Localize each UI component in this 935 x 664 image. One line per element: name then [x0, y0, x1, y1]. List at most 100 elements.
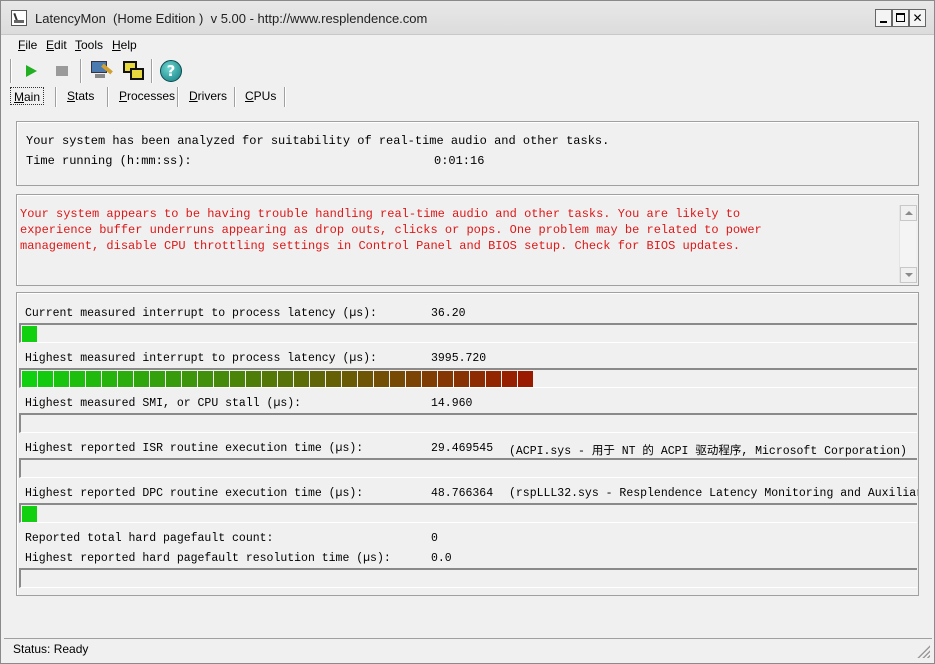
maximize-icon [896, 13, 905, 22]
meter-segment [390, 371, 405, 387]
tab-cpus[interactable]: CPUs [242, 87, 279, 105]
tab-bar: Main Stats Processes Drivers CPUs [1, 85, 934, 107]
meter-segment [118, 371, 133, 387]
meter-segment [294, 371, 309, 387]
tab-main[interactable]: Main [10, 87, 45, 105]
meter-segment [278, 371, 293, 387]
meter-segment [102, 371, 117, 387]
meter-segment [374, 371, 389, 387]
meter-segment [214, 371, 229, 387]
meter-segment [22, 371, 37, 387]
meter-segment [198, 371, 213, 387]
play-icon [26, 65, 37, 77]
menu-tools[interactable]: Tools [75, 38, 103, 52]
toolbar-separator [10, 59, 12, 83]
meter-segment [150, 371, 165, 387]
status-bar: Status: Ready [4, 638, 932, 660]
meter-segment [422, 371, 437, 387]
smi-stall-value: 14.960 [431, 397, 473, 410]
window-title: LatencyMon (Home Edition ) v 5.00 - http… [35, 11, 428, 26]
close-icon: ✕ [912, 11, 923, 25]
menu-file[interactable]: File [18, 38, 37, 52]
resize-grip-icon[interactable] [916, 644, 930, 658]
isr-time-label: Highest reported ISR routine execution t… [25, 442, 364, 455]
conclusion-panel: Your system appears to be having trouble… [16, 194, 919, 286]
meter-segment [38, 371, 53, 387]
time-running-value: 0:01:16 [434, 154, 485, 168]
tab-separator [177, 87, 179, 107]
meter-segment [262, 371, 277, 387]
stop-button[interactable] [50, 59, 74, 83]
meter-segment [86, 371, 101, 387]
tab-drivers[interactable]: Drivers [186, 87, 230, 105]
monitor-settings-button[interactable] [88, 59, 113, 83]
time-running-label: Time running (h:mm:ss): [26, 154, 192, 168]
meter-segment [406, 371, 421, 387]
meter-segment [134, 371, 149, 387]
current-latency-label: Current measured interrupt to process la… [25, 307, 377, 320]
meter-segment [518, 371, 533, 387]
scroll-down-icon[interactable] [900, 267, 917, 283]
meter-segment [358, 371, 373, 387]
meter-segment [22, 326, 37, 342]
pagefault-count-value: 0 [431, 532, 438, 545]
title-bar[interactable]: LatencyMon (Home Edition ) v 5.00 - http… [1, 1, 934, 35]
tab-separator [284, 87, 286, 107]
meter-segment [454, 371, 469, 387]
highest-latency-label: Highest measured interrupt to process la… [25, 352, 377, 365]
warning-message[interactable]: Your system appears to be having trouble… [20, 206, 900, 254]
pagefault-time-meter [19, 568, 917, 588]
tab-processes[interactable]: Processes [116, 87, 178, 105]
meter-segment [342, 371, 357, 387]
minimize-button[interactable] [875, 9, 892, 27]
meter-segment [230, 371, 245, 387]
isr-time-meter [19, 458, 917, 478]
toolbar-separator [151, 59, 153, 83]
metrics-panel: Current measured interrupt to process la… [16, 292, 919, 596]
conclusion-scrollbar[interactable] [899, 205, 917, 283]
toolbar-separator [80, 59, 82, 83]
meter-segment [166, 371, 181, 387]
highest-latency-value: 3995.720 [431, 352, 487, 365]
menu-bar: File Edit Tools Help [1, 35, 934, 55]
pagefault-time-value: 0.0 [431, 552, 452, 565]
meter-segment [438, 371, 453, 387]
toolbar: ? [1, 55, 934, 85]
menu-edit[interactable]: Edit [46, 38, 67, 52]
tab-stats[interactable]: Stats [64, 87, 97, 105]
stop-icon [56, 66, 68, 76]
windows-button[interactable] [120, 59, 144, 83]
dpc-time-meter [19, 503, 917, 523]
meter-segment [310, 371, 325, 387]
app-window: LatencyMon (Home Edition ) v 5.00 - http… [0, 0, 935, 664]
isr-time-value: 29.469545 [431, 442, 494, 455]
dpc-driver-detail: (rspLLL32.sys - Resplendence Latency Mon… [509, 487, 918, 500]
tab-separator [107, 87, 109, 107]
dpc-time-value: 48.766364 [431, 487, 494, 500]
isr-driver-detail: (ACPI.sys - 用于 NT 的 ACPI 驱动程序, Microsoft… [509, 445, 907, 458]
minimize-icon [880, 21, 887, 23]
highest-latency-meter [19, 368, 917, 388]
latencymon-app-icon[interactable] [11, 10, 27, 26]
status-text: Status: Ready [13, 642, 89, 656]
monitor-settings-icon [91, 61, 113, 79]
start-button[interactable] [19, 59, 43, 83]
meter-segment [486, 371, 501, 387]
smi-stall-meter [19, 413, 917, 433]
help-icon: ? [160, 60, 182, 82]
meter-segment [54, 371, 69, 387]
summary-panel: Your system has been analyzed for suitab… [16, 121, 919, 186]
maximize-button[interactable] [892, 9, 909, 27]
analysis-summary-text: Your system has been analyzed for suitab… [26, 134, 610, 148]
current-latency-meter [19, 323, 917, 343]
meter-segment [502, 371, 517, 387]
smi-stall-label: Highest measured SMI, or CPU stall (µs): [25, 397, 302, 410]
scroll-up-icon[interactable] [900, 205, 917, 221]
menu-help[interactable]: Help [112, 38, 137, 52]
close-button[interactable]: ✕ [909, 9, 926, 27]
current-latency-value: 36.20 [431, 307, 466, 320]
tab-separator [55, 87, 57, 107]
windows-icon [123, 61, 145, 81]
meter-segment [470, 371, 485, 387]
help-button[interactable]: ? [159, 59, 183, 83]
